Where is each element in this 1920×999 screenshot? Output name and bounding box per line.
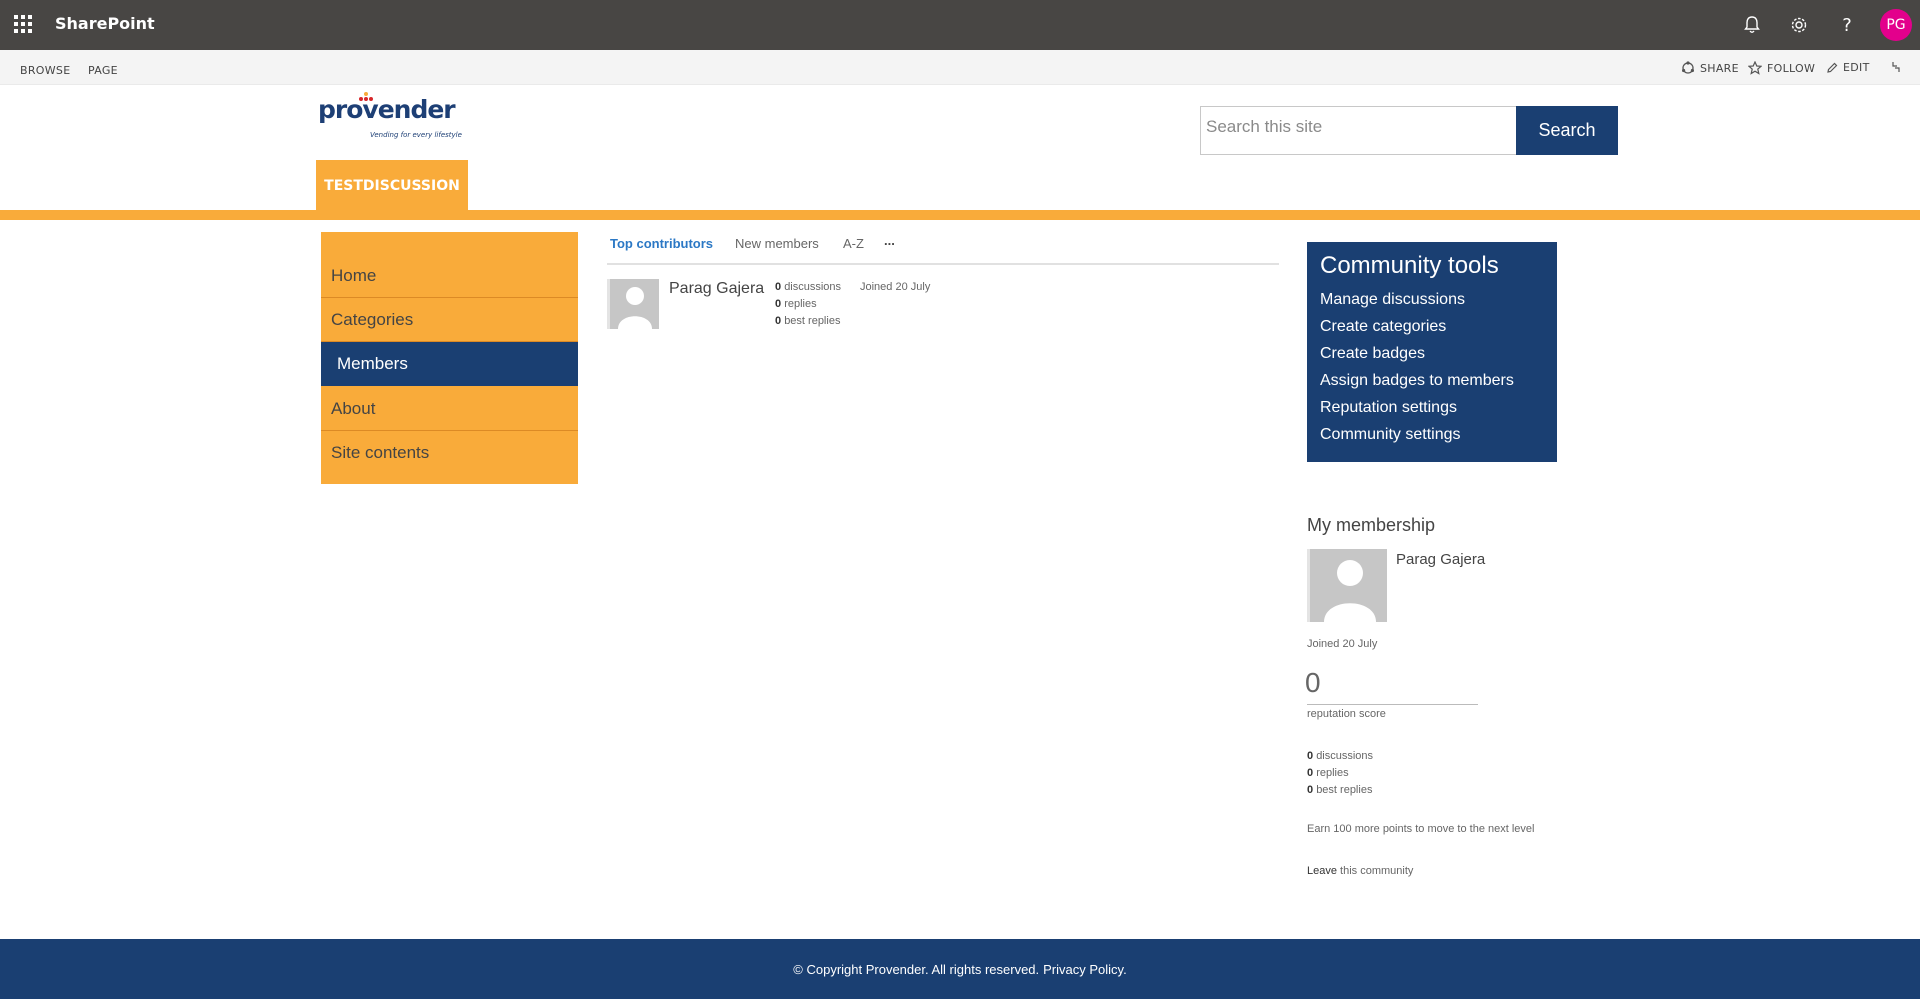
member-avatar[interactable] <box>607 279 659 329</box>
member-replies-stat: 0 replies <box>775 298 817 310</box>
bell-icon[interactable] <box>1739 12 1765 38</box>
leave-community-link[interactable]: Leave <box>1307 865 1337 877</box>
tab-top-contributors[interactable]: Top contributors <box>610 236 713 251</box>
ribbon: BROWSE PAGE SHARE FOLLOW EDIT <box>0 50 1920 85</box>
help-icon[interactable]: ? <box>1834 12 1860 38</box>
reputation-score-label: reputation score <box>1307 708 1386 720</box>
membership-joined: Joined 20 July <box>1307 638 1378 650</box>
star-icon <box>1748 61 1762 75</box>
member-best-replies-stat: 0 best replies <box>775 315 841 327</box>
members-tabs: Top contributors New members A-Z ... <box>607 233 1279 265</box>
nav-item-categories[interactable]: Categories <box>321 298 578 342</box>
footer-copyright: © Copyright Provender. All rights reserv… <box>793 961 1040 977</box>
membership-replies-stat: 0 replies <box>1307 767 1349 779</box>
site-logo[interactable]: provender Vending for every lifestyle <box>318 92 462 139</box>
gear-icon[interactable] <box>1786 12 1812 38</box>
reputation-score: 0 <box>1305 667 1321 698</box>
member-discussions-stat: 0 discussions <box>775 281 842 293</box>
nav-item-about[interactable]: About <box>321 387 578 431</box>
left-nav: Home Categories Members About Site conte… <box>321 232 578 484</box>
nav-item-site-contents[interactable]: Site contents <box>321 431 578 475</box>
manage-discussions-link[interactable]: Manage discussions <box>1320 286 1544 313</box>
community-settings-link[interactable]: Community settings <box>1320 421 1544 448</box>
membership-avatar[interactable] <box>1307 549 1387 622</box>
focus-content-icon[interactable] <box>1890 61 1902 73</box>
create-badges-link[interactable]: Create badges <box>1320 340 1544 367</box>
score-divider <box>1307 704 1478 705</box>
user-avatar[interactable]: PG <box>1880 9 1912 41</box>
member-joined-date: Joined 20 July <box>860 281 931 293</box>
leave-community: Leave this community <box>1307 865 1414 877</box>
community-tools-panel: Community tools Manage discussions Creat… <box>1307 242 1557 462</box>
suite-bar: SharePoint ? PG <box>0 0 1920 50</box>
logo-text: provender <box>318 95 456 124</box>
create-categories-link[interactable]: Create categories <box>1320 313 1544 340</box>
tab-new-members[interactable]: New members <box>735 236 819 251</box>
reputation-settings-link[interactable]: Reputation settings <box>1320 394 1544 421</box>
logo-tagline: Vending for every lifestyle <box>370 131 462 139</box>
app-launcher-icon[interactable] <box>12 13 36 37</box>
share-label: SHARE <box>1700 61 1739 75</box>
follow-button[interactable]: FOLLOW <box>1748 61 1815 75</box>
search-input[interactable]: Search this site <box>1200 106 1517 155</box>
logo-dots-icon <box>359 92 373 101</box>
ribbon-tab-browse[interactable]: BROWSE <box>20 64 70 77</box>
assign-badges-link[interactable]: Assign badges to members <box>1320 367 1544 394</box>
nav-item-members[interactable]: Members <box>321 342 578 386</box>
top-nav-testdiscussion[interactable]: TESTDISCUSSION <box>316 160 468 212</box>
membership-best-replies-stat: 0 best replies <box>1307 784 1373 796</box>
pencil-icon <box>1827 62 1838 73</box>
app-name[interactable]: SharePoint <box>55 14 155 33</box>
member-name[interactable]: Parag Gajera <box>669 280 764 298</box>
follow-label: FOLLOW <box>1767 61 1816 75</box>
accent-bar <box>0 210 1920 220</box>
membership-discussions-stat: 0 discussions <box>1307 750 1374 762</box>
next-level-hint: Earn 100 more points to move to the next… <box>1307 823 1535 835</box>
nav-item-home[interactable]: Home <box>321 254 578 298</box>
edit-label: EDIT <box>1843 61 1870 74</box>
ribbon-tab-page[interactable]: PAGE <box>88 64 118 77</box>
more-tabs-icon[interactable]: ... <box>884 233 895 248</box>
edit-button[interactable]: EDIT <box>1826 61 1870 74</box>
community-tools-title: Community tools <box>1320 252 1499 279</box>
tab-a-z[interactable]: A-Z <box>843 236 864 251</box>
share-icon <box>1682 61 1694 74</box>
footer: © Copyright Provender. All rights reserv… <box>0 939 1920 999</box>
privacy-policy-link[interactable]: Privacy Policy. <box>1043 962 1127 977</box>
search-button[interactable]: Search <box>1516 106 1618 155</box>
share-button[interactable]: SHARE <box>1681 61 1739 75</box>
membership-name[interactable]: Parag Gajera <box>1396 551 1485 568</box>
membership-title: My membership <box>1307 515 1436 535</box>
